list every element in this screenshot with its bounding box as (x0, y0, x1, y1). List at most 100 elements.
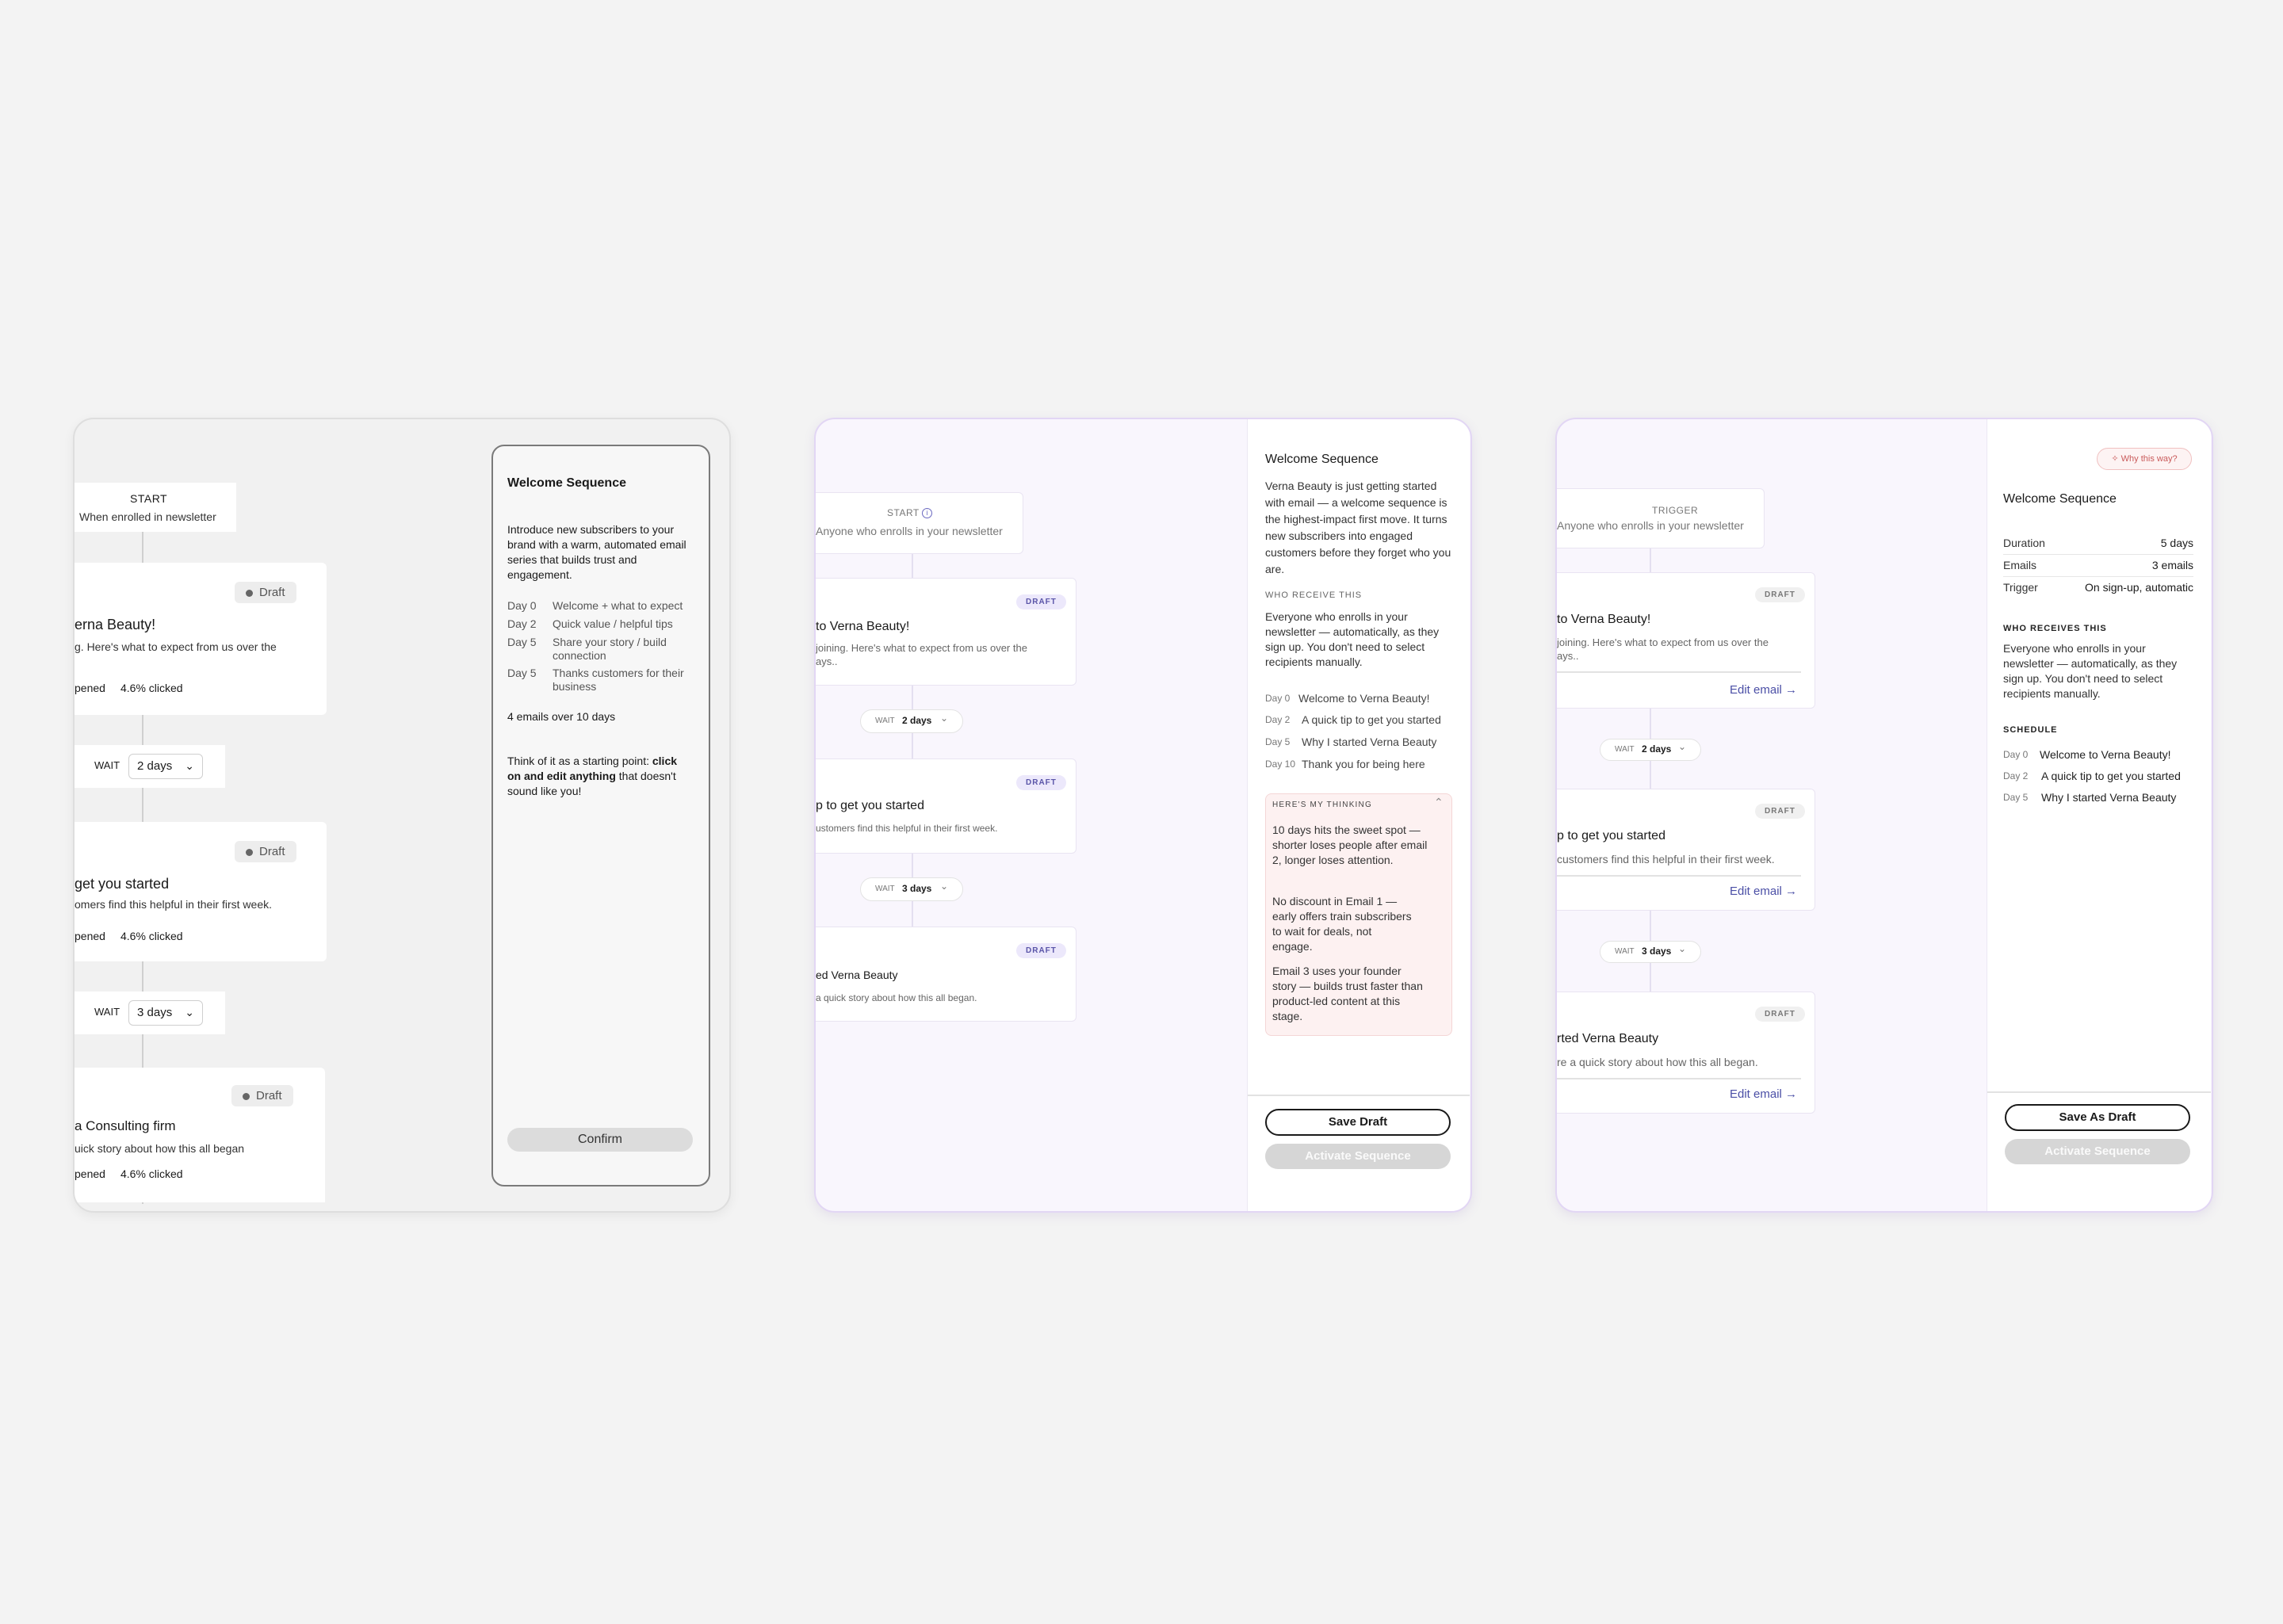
email-card[interactable]: DRAFT to Verna Beauty! joining. Here's w… (1557, 572, 1815, 709)
badge-label: Draft (259, 845, 285, 858)
email-card[interactable]: Draft get you started omers find this he… (75, 822, 327, 961)
schedule-text: Thanks customers for their business (553, 667, 684, 693)
wait-duration-select[interactable]: 3 days ⌄ (128, 1000, 203, 1026)
edit-email-label: Edit email (1730, 683, 1782, 697)
email-preview: a quick story about how this all began. (816, 992, 977, 1003)
stat-value: 3 emails (2151, 559, 2193, 571)
save-draft-button[interactable]: Save As Draft (2005, 1104, 2190, 1131)
email-preview: customers find this helpful in their fir… (1557, 853, 1775, 865)
wait-duration-value: 3 days (1642, 946, 1672, 957)
confirm-button[interactable]: Confirm (507, 1128, 693, 1152)
schedule-day: Day 5 (1265, 736, 1291, 747)
clicked-stat: 4.6% clicked (120, 1167, 183, 1180)
stat-value: On sign-up, automatic (2085, 581, 2193, 594)
panel-divider (1987, 1091, 2211, 1093)
save-draft-button[interactable]: Save Draft (1265, 1109, 1451, 1136)
wait-duration-value: 2 days (137, 759, 173, 773)
email-card[interactable]: Draft a Consulting firm uick story about… (75, 1068, 325, 1202)
opened-stat: pened (75, 682, 105, 694)
email-preview: joining. Here's what to expect from us o… (1557, 636, 1769, 648)
activate-sequence-button[interactable]: Activate Sequence (1265, 1144, 1451, 1169)
email-title: p to get you started (816, 799, 924, 812)
email-title: p to get you started (1557, 829, 1665, 843)
clicked-stat: 4.6% clicked (120, 930, 183, 942)
edit-email-link[interactable]: Edit email → (1730, 1087, 1797, 1101)
schedule-summary: 4 emails over 10 days (507, 710, 616, 723)
thinking-panel[interactable]: HERE'S MY THINKING ⌃ 10 days hits the sw… (1265, 793, 1452, 1036)
stat-label: Emails (2003, 559, 2037, 571)
draft-badge: DRAFT (1016, 775, 1066, 790)
status-dot-icon (246, 589, 253, 597)
start-label: TRIGGER (1652, 505, 1699, 516)
schedule-text: Thank you for being here (1302, 758, 1425, 770)
status-dot-icon (243, 1092, 250, 1100)
sequence-summary-panel: ✧ Why this way? Welcome Sequence Duratio… (1987, 419, 2211, 1211)
edit-email-link[interactable]: Edit email → (1730, 683, 1797, 697)
schedule-day: Day 0 (1265, 693, 1291, 704)
sequence-summary-panel: Welcome Sequence Verna Beauty is just ge… (1247, 419, 1470, 1211)
wait-step[interactable]: WAIT 3 days ⌄ (860, 877, 963, 901)
chevron-up-icon[interactable]: ⌃ (1434, 796, 1444, 809)
opened-stat: pened (75, 930, 105, 942)
wait-duration-select[interactable]: 2 days ⌄ (128, 754, 203, 779)
email-preview: g. Here's what to expect from us over th… (75, 640, 277, 653)
chevron-down-icon: ⌄ (185, 759, 194, 772)
schedule-day: Day 10 (1265, 759, 1296, 770)
schedule-day: Day 5 (507, 636, 537, 648)
start-node[interactable]: START i Anyone who enrolls in your newsl… (816, 492, 1023, 554)
stat-value: 5 days (2160, 537, 2193, 549)
chevron-down-icon: ⌄ (940, 881, 949, 892)
chevron-down-icon: ⌄ (185, 1006, 194, 1018)
draft-badge: DRAFT (1755, 1007, 1805, 1022)
email-card[interactable]: DRAFT p to get you started ustomers find… (816, 759, 1076, 854)
draft-badge: Draft (235, 582, 296, 603)
wait-step[interactable]: WAIT 3 days ⌄ (1600, 941, 1701, 963)
email-preview: re a quick story about how this all bega… (1557, 1056, 1758, 1068)
schedule-text: Welcome + what to expect (553, 599, 683, 612)
chevron-down-icon: ⌄ (940, 713, 949, 724)
email-preview-cont: ays.. (1557, 650, 1579, 662)
wait-label: WAIT (875, 716, 895, 725)
edit-email-link[interactable]: Edit email → (1730, 885, 1797, 898)
status-dot-icon (246, 848, 253, 856)
why-label: Why this way? (2120, 454, 2178, 464)
schedule-text: Why I started Verna Beauty (1302, 736, 1437, 748)
start-subtitle: When enrolled in newsletter (79, 510, 216, 523)
why-this-way-button[interactable]: ✧ Why this way? (2097, 448, 2192, 470)
schedule-day: Day 2 (2003, 770, 2029, 781)
arrow-right-icon: → (1785, 683, 1798, 697)
email-title: to Verna Beauty! (1557, 613, 1651, 626)
email-card[interactable]: Draft erna Beauty! g. Here's what to exp… (75, 563, 327, 715)
email-card[interactable]: DRAFT p to get you started customers fin… (1557, 789, 1815, 911)
wait-label: WAIT (94, 759, 120, 771)
schedule-day: Day 2 (1265, 714, 1291, 725)
activate-sequence-button[interactable]: Activate Sequence (2005, 1139, 2190, 1164)
wait-duration-value: 2 days (1642, 743, 1672, 755)
sparkle-icon: ✧ (2111, 454, 2119, 464)
wait-step[interactable]: WAIT 2 days ⌄ (860, 709, 963, 733)
email-title: a Consulting firm (75, 1118, 176, 1133)
email-card[interactable]: DRAFT rted Verna Beauty re a quick story… (1557, 992, 1815, 1114)
trigger-node[interactable]: TRIGGER Anyone who enrolls in your newsl… (1557, 488, 1765, 548)
badge-label: Draft (259, 586, 285, 599)
chevron-down-icon: ⌄ (1678, 741, 1687, 752)
draft-badge: DRAFT (1755, 587, 1805, 602)
schedule-day: Day 2 (507, 617, 537, 630)
start-node[interactable]: START When enrolled in newsletter (75, 483, 236, 532)
schedule-day: Day 0 (2003, 749, 2029, 760)
sequence-summary-panel: Welcome Sequence Introduce new subscribe… (491, 445, 710, 1186)
email-title: erna Beauty! (75, 617, 156, 632)
wait-step[interactable]: WAIT 2 days ⌄ (1600, 739, 1701, 761)
email-card[interactable]: DRAFT to Verna Beauty! joining. Here's w… (816, 578, 1076, 686)
wait-label: WAIT (1615, 745, 1635, 754)
draft-badge: DRAFT (1016, 594, 1066, 609)
email-title: get you started (75, 876, 170, 892)
wait-label: WAIT (875, 885, 895, 893)
draft-badge: DRAFT (1016, 943, 1066, 958)
arrow-right-icon: → (1785, 1087, 1798, 1101)
variant-c-frame: TRIGGER Anyone who enrolls in your newsl… (1555, 418, 2213, 1213)
email-card[interactable]: DRAFT ed Verna Beauty a quick story abou… (816, 927, 1076, 1022)
edit-email-label: Edit email (1730, 1087, 1782, 1101)
who-receives-label: WHO RECEIVES THIS (2003, 624, 2107, 633)
wait-label: WAIT (1615, 947, 1635, 956)
